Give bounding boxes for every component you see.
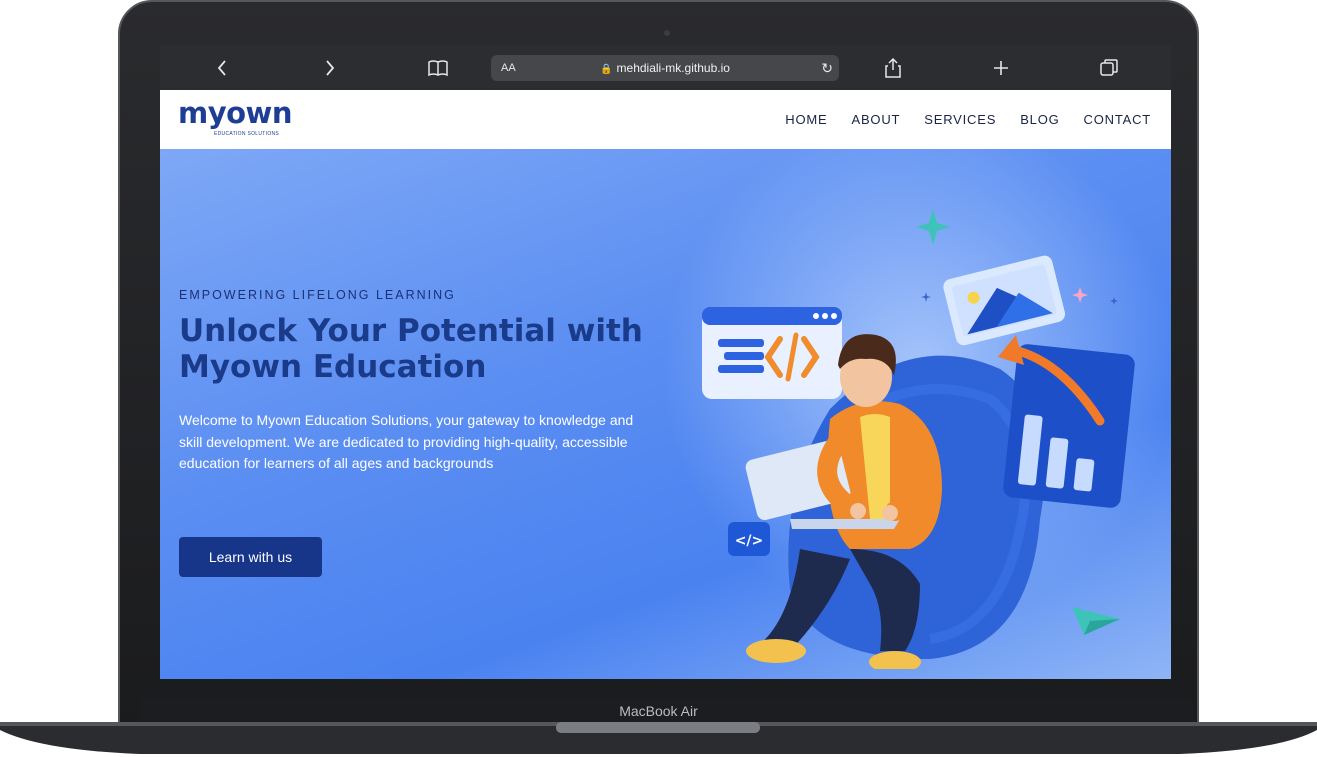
- address-bar[interactable]: AA 🔒 mehdiali-mk.github.io ↻: [491, 55, 839, 81]
- screen: AA 🔒 mehdiali-mk.github.io ↻ myown EDUCAT…: [160, 46, 1171, 679]
- device-label: MacBook Air: [619, 703, 698, 719]
- tabs-icon[interactable]: [1089, 46, 1129, 90]
- sparkle-icon: [916, 209, 950, 245]
- hero-title: Unlock Your Potential with Myown Educati…: [179, 313, 643, 385]
- camera-icon: [664, 30, 670, 36]
- sparkle-icon: [921, 292, 931, 302]
- nav-contact[interactable]: CONTACT: [1084, 112, 1151, 127]
- nav-services[interactable]: SERVICES: [924, 112, 996, 127]
- bar-chart-icon: [998, 335, 1135, 508]
- code-badge-text: </>: [735, 533, 764, 549]
- chevron-left-icon[interactable]: [202, 46, 242, 90]
- browser-toolbar: AA 🔒 mehdiali-mk.github.io ↻: [160, 46, 1171, 90]
- site-logo[interactable]: myown EDUCATION SOLUTIONS: [178, 98, 298, 138]
- nav-home[interactable]: HOME: [785, 112, 827, 127]
- lock-icon: 🔒: [600, 64, 613, 75]
- sparkle-icon: [1072, 287, 1088, 303]
- book-icon[interactable]: [418, 46, 458, 90]
- share-icon[interactable]: [873, 46, 913, 90]
- laptop-base: [0, 722, 1317, 754]
- code-badge-icon: </>: [728, 522, 770, 556]
- chevron-right-icon[interactable]: [310, 46, 350, 90]
- learn-with-us-button[interactable]: Learn with us: [179, 537, 322, 577]
- nav-blog[interactable]: BLOG: [1020, 112, 1059, 127]
- plus-icon[interactable]: [981, 46, 1021, 90]
- hero-illustration: </>: [702, 209, 1135, 669]
- logo-tagline: EDUCATION SOLUTIONS: [214, 131, 280, 137]
- main-nav: HOME ABOUT SERVICES BLOG CONTACT: [761, 90, 1151, 149]
- hero-eyebrow: EMPOWERING LIFELONG LEARNING: [179, 288, 456, 302]
- hero-section: EMPOWERING LIFELONG LEARNING Unlock Your…: [160, 149, 1171, 679]
- code-window-icon: [702, 307, 842, 399]
- nav-about[interactable]: ABOUT: [851, 112, 900, 127]
- hero-description: Welcome to Myown Education Solutions, yo…: [179, 412, 634, 471]
- url-text: mehdiali-mk.github.io: [616, 61, 730, 75]
- url-display: 🔒 mehdiali-mk.github.io: [491, 55, 839, 83]
- image-card-icon: [943, 255, 1066, 346]
- site-header: myown EDUCATION SOLUTIONS HOME ABOUT SER…: [160, 90, 1171, 149]
- reload-icon[interactable]: ↻: [821, 55, 833, 81]
- logo-wordmark: myown: [178, 96, 292, 130]
- sparkle-icon: [1110, 297, 1118, 305]
